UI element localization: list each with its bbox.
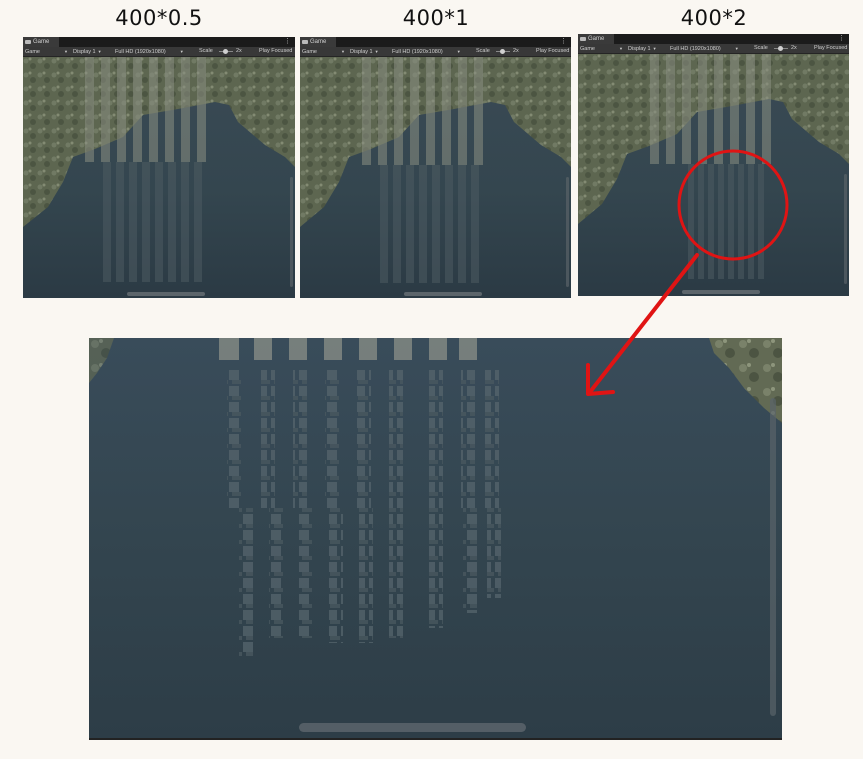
dropdown-arrow-icon: ▼	[374, 49, 379, 54]
caption-400x2: 400*2	[680, 6, 748, 30]
terrain-scene	[578, 54, 849, 279]
dropdown-arrow-icon: ▼	[652, 46, 657, 51]
mode-dropdown[interactable]: Game ▼	[580, 44, 623, 54]
dropdown-arrow-icon: ▼	[340, 49, 345, 54]
game-tab-bar: Game ⋮	[23, 37, 295, 47]
scale-value: 2x	[236, 48, 242, 54]
more-options-icon[interactable]: ⋮	[838, 34, 845, 44]
more-options-icon[interactable]: ⋮	[284, 37, 291, 47]
gamepad-icon	[302, 40, 308, 44]
game-view-panel-1: Game ⋮ Game ▼ Display 1 ▼ Full HD (1920x10…	[23, 37, 295, 298]
dropdown-arrow-icon: ▼	[734, 46, 739, 51]
dropdown-arrow-icon: ▼	[179, 49, 184, 54]
horizontal-scrollbar[interactable]	[127, 292, 205, 296]
play-mode-dropdown[interactable]: Play Focused	[536, 47, 569, 56]
horizontal-scrollbar[interactable]	[682, 290, 760, 294]
game-tab-label: Game	[33, 39, 50, 45]
scale-label: Scale	[754, 45, 768, 51]
game-viewport[interactable]	[578, 54, 849, 296]
display-dropdown[interactable]: Display 1 ▼	[73, 47, 102, 57]
game-tab-label: Game	[588, 36, 605, 42]
vertical-scrollbar[interactable]	[566, 177, 569, 287]
game-tab[interactable]: Game	[578, 34, 614, 44]
game-view-panel-3: Game ⋮ Game ▼ Display 1 ▼ Full HD (1920x10…	[578, 34, 849, 296]
vertical-scrollbar[interactable]	[844, 174, 847, 284]
scale-label: Scale	[476, 48, 490, 54]
caption-400x0.5: 400*0.5	[115, 6, 203, 30]
resolution-dropdown[interactable]: Full HD (1920x1080) ▼	[670, 44, 739, 54]
terrain-scene	[300, 57, 571, 283]
zoomed-horizontal-scrollbar[interactable]	[299, 723, 526, 732]
dropdown-arrow-icon: ▼	[618, 46, 623, 51]
scale-label: Scale	[199, 48, 213, 54]
display-dropdown[interactable]: Display 1 ▼	[350, 47, 379, 57]
zoomed-terrain-scene	[89, 338, 782, 658]
game-toolbar: Game ▼ Display 1 ▼ Full HD (1920x1080) ▼ Sc…	[578, 44, 849, 54]
mode-dropdown[interactable]: Game ▼	[302, 47, 345, 57]
display-dropdown[interactable]: Display 1 ▼	[628, 44, 657, 54]
resolution-dropdown[interactable]: Full HD (1920x1080) ▼	[115, 47, 184, 57]
game-tab[interactable]: Game	[23, 37, 59, 47]
game-viewport[interactable]	[300, 57, 571, 298]
scale-slider-handle[interactable]	[500, 49, 505, 54]
caption-400x1: 400*1	[402, 6, 470, 30]
terrain-scene	[23, 57, 295, 282]
dropdown-arrow-icon: ▼	[97, 49, 102, 54]
game-toolbar: Game ▼ Display 1 ▼ Full HD (1920x1080) ▼ Sc…	[23, 47, 295, 57]
scale-value: 2x	[791, 45, 797, 51]
play-mode-dropdown[interactable]: Play Focused	[814, 44, 847, 53]
more-options-icon[interactable]: ⋮	[560, 37, 567, 47]
scale-value: 2x	[513, 48, 519, 54]
gamepad-icon	[25, 40, 31, 44]
play-mode-dropdown[interactable]: Play Focused	[259, 47, 292, 56]
game-toolbar: Game ▼ Display 1 ▼ Full HD (1920x1080) ▼ Sc…	[300, 47, 571, 57]
zoomed-vertical-scrollbar[interactable]	[770, 398, 776, 716]
game-tab[interactable]: Game	[300, 37, 336, 47]
game-view-panel-2: Game ⋮ Game ▼ Display 1 ▼ Full HD (1920x10…	[300, 37, 571, 298]
dropdown-arrow-icon: ▼	[63, 49, 68, 54]
scale-slider-handle[interactable]	[778, 46, 783, 51]
mode-dropdown[interactable]: Game ▼	[25, 47, 68, 57]
zoomed-game-view	[89, 338, 782, 740]
horizontal-scrollbar[interactable]	[404, 292, 482, 296]
game-tab-bar: Game ⋮	[300, 37, 571, 47]
vertical-scrollbar[interactable]	[290, 177, 293, 287]
game-tab-label: Game	[310, 39, 327, 45]
game-tab-bar: Game ⋮	[578, 34, 849, 44]
resolution-dropdown[interactable]: Full HD (1920x1080) ▼	[392, 47, 461, 57]
pillar-group	[219, 338, 501, 658]
dropdown-arrow-icon: ▼	[456, 49, 461, 54]
scale-slider-handle[interactable]	[223, 49, 228, 54]
gamepad-icon	[580, 37, 586, 41]
game-viewport[interactable]	[23, 57, 295, 298]
